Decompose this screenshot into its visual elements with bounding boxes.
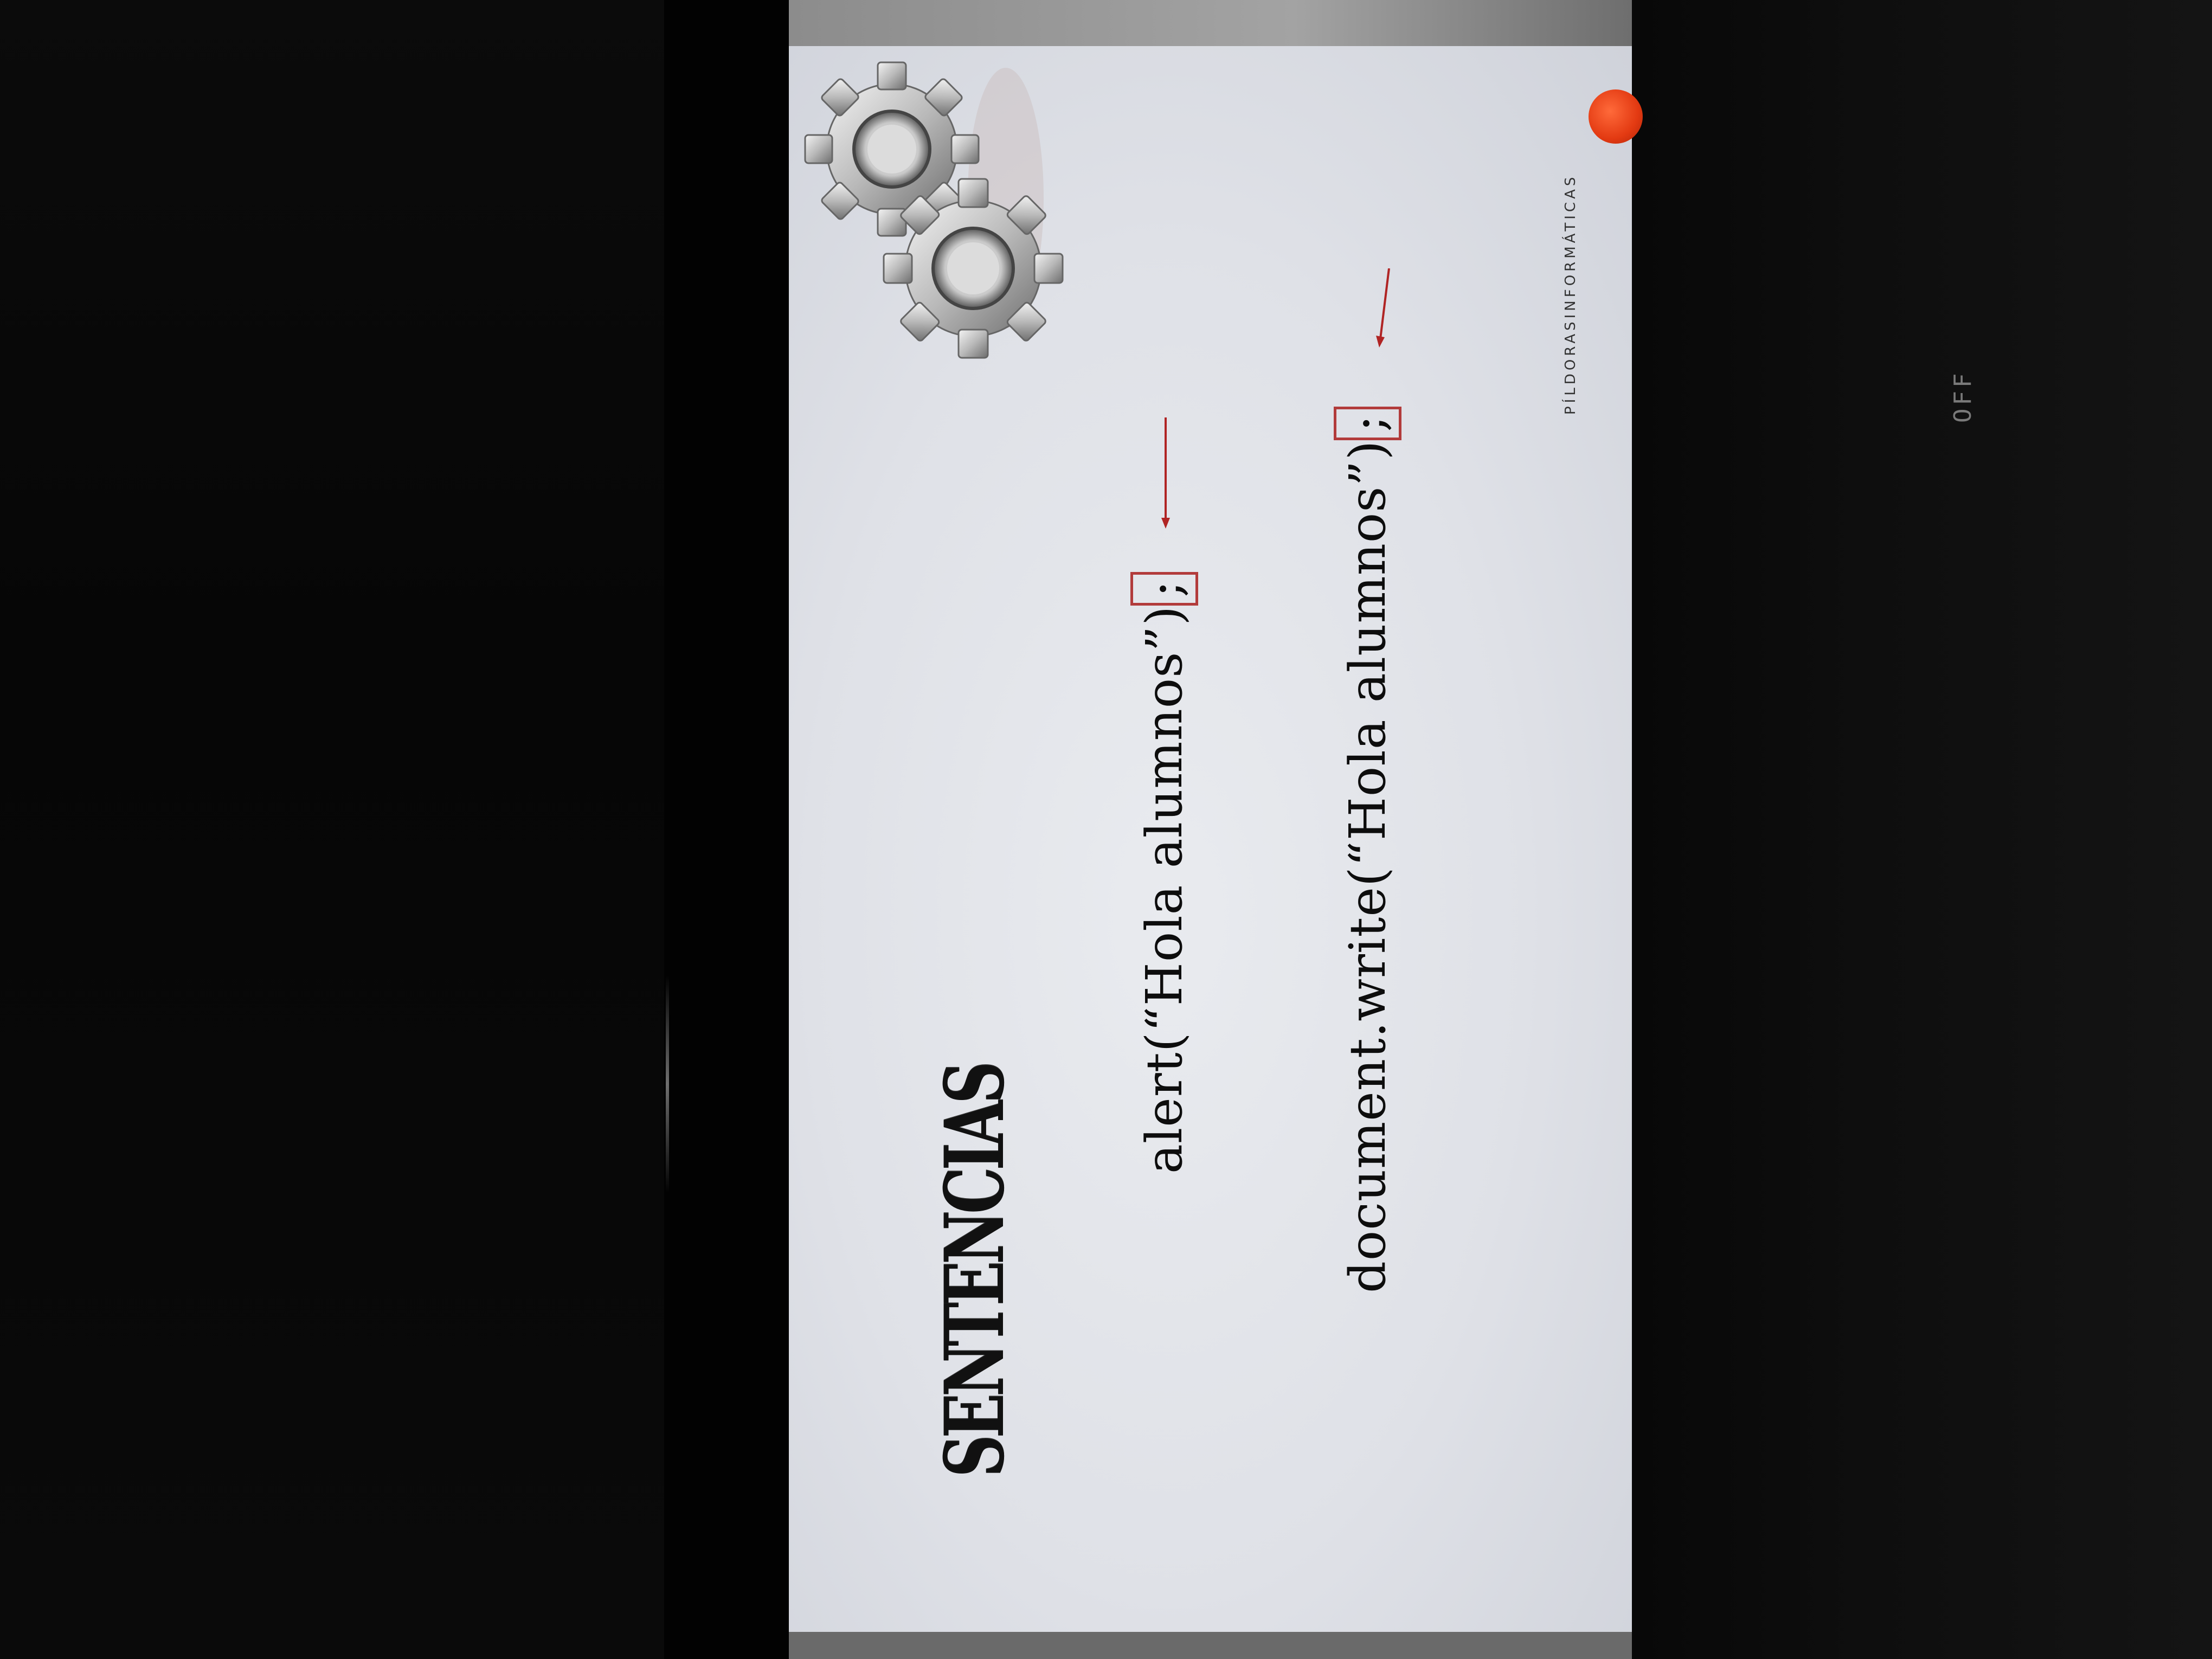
screen-bottom-strip bbox=[789, 1629, 1632, 1659]
code-line-document-write-text: document.write(“Hola alumnos”) bbox=[1339, 440, 1397, 1293]
code-line-document-write-terminator: ; bbox=[1334, 406, 1401, 440]
code-line-document-write: document.write(“Hola alumnos”); bbox=[1334, 406, 1401, 1293]
gears-icon bbox=[804, 61, 1064, 359]
slide-title-text: SENTENCIAS bbox=[927, 1064, 1023, 1477]
presentation-slide bbox=[789, 46, 1632, 1632]
arrow-icon bbox=[1161, 417, 1170, 529]
footer-brand-text: PÍLDORASINFORMÁTICAS bbox=[1562, 173, 1579, 415]
device-status-text: OFF bbox=[1949, 370, 1977, 423]
slide-title: SENTENCIAS bbox=[927, 904, 1023, 1477]
arrow-icon bbox=[1376, 268, 1390, 348]
photo-scene: SENTENCIAS alert(“Hola alumnos”); docume… bbox=[0, 0, 2212, 1659]
code-line-alert: alert(“Hola alumnos”); bbox=[1130, 571, 1198, 1174]
logo-dot-icon bbox=[1589, 89, 1643, 144]
code-line-alert-text: alert(“Hola alumnos”) bbox=[1135, 605, 1193, 1174]
code-line-alert-terminator: ; bbox=[1130, 571, 1198, 606]
footer-brand: PÍLDORASINFORMÁTICAS bbox=[1562, 174, 1579, 415]
device-status-label: OFF bbox=[1949, 370, 1977, 423]
bezel-reflection bbox=[666, 976, 669, 1193]
screen-top-strip bbox=[789, 0, 1632, 52]
screen-bezel bbox=[664, 0, 789, 1659]
dark-background-right bbox=[1632, 0, 2212, 1659]
